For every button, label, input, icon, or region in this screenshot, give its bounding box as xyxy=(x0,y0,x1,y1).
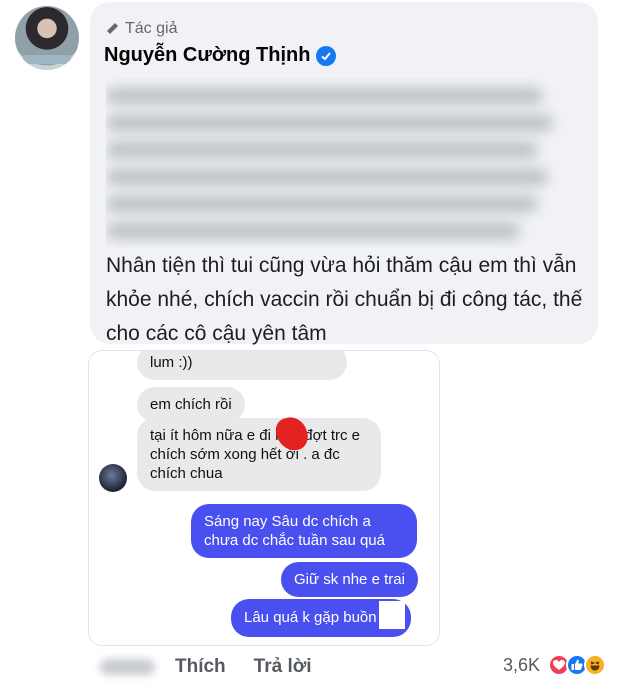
author-badge-label: Tác giả xyxy=(125,20,178,37)
comment-text: Nhân tiện thì tui cũng vừa hỏi thăm cậu … xyxy=(106,254,583,345)
chat-message: Lâu quá k gặp buồn xyxy=(231,599,411,637)
author-avatar[interactable] xyxy=(15,6,79,70)
contact-avatar xyxy=(99,464,127,492)
redaction-mark xyxy=(378,601,405,629)
chat-message: Giữ sk nhe e trai xyxy=(281,562,418,597)
pen-icon xyxy=(106,23,118,35)
verified-icon xyxy=(316,45,337,66)
chat-screenshot: lum :)) em chích rồi tại ít hôm nữa e đi… xyxy=(88,350,440,646)
comment-actions: Thích Trả lời xyxy=(100,656,312,678)
reaction-count[interactable]: 3,6K xyxy=(503,655,540,676)
blurred-text xyxy=(106,78,576,248)
author-badge: Tác giả xyxy=(104,20,177,38)
chat-message: tại ít hôm nữa e đi nên đợt trc e chích … xyxy=(137,418,381,491)
like-button[interactable]: Thích xyxy=(175,656,226,678)
chat-message: Sáng nay Sâu dc chích a chưa dc chắc tuầ… xyxy=(191,504,417,558)
author-name[interactable]: Nguyễn Cường Thịnh xyxy=(104,44,310,67)
timestamp-blurred xyxy=(100,659,155,675)
reaction-icons[interactable] xyxy=(548,654,606,676)
chat-message: lum :)) xyxy=(137,351,347,380)
reply-button[interactable]: Trả lời xyxy=(254,656,312,678)
chat-message: em chích rồi xyxy=(137,387,245,422)
haha-icon xyxy=(584,654,606,676)
chat-message-text: Lâu quá k gặp buồn xyxy=(244,608,377,626)
reactions-summary[interactable]: 3,6K xyxy=(503,654,606,676)
author-name-row[interactable]: Nguyễn Cường Thịnh xyxy=(104,44,337,67)
